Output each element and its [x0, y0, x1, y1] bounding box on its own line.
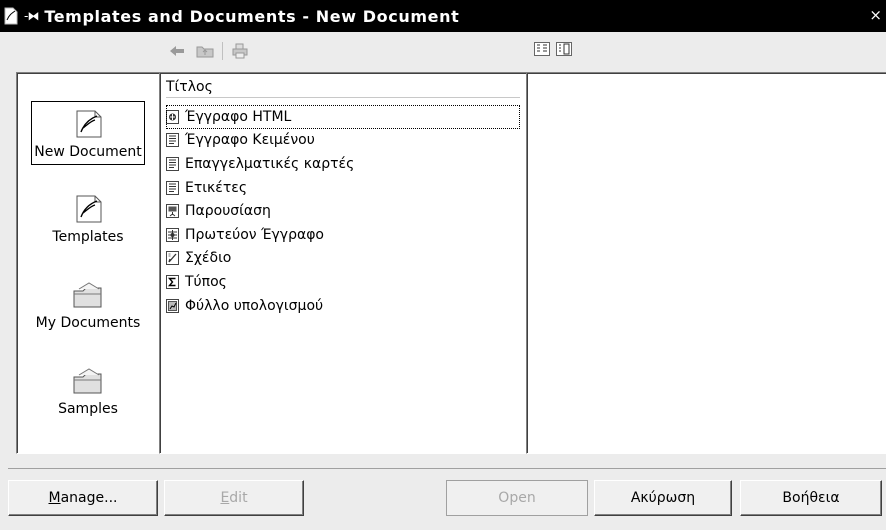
category-label: Templates	[52, 229, 124, 245]
list-item-label: Πρωτεύον Έγγραφο	[185, 226, 325, 243]
category-my-documents[interactable]: My Documents	[17, 281, 159, 331]
spreadsheet-icon	[166, 298, 179, 313]
template-list: Έγγραφο HTML Έγγραφο Κειμένου Επαγγελματ…	[166, 105, 520, 317]
view-toolbar	[533, 40, 573, 58]
list-item[interactable]: Τύπος	[166, 270, 520, 294]
list-item-label: Έγγραφο HTML	[185, 108, 292, 125]
list-item[interactable]: Παρουσίαση	[166, 199, 520, 223]
folder-up-icon[interactable]	[194, 41, 216, 61]
category-label: My Documents	[35, 315, 141, 331]
cancel-button[interactable]: Ακύρωση	[594, 480, 732, 516]
list-item[interactable]: Πρωτεύον Έγγραφο	[166, 223, 520, 247]
edit-label: dit	[229, 490, 248, 506]
master-document-icon	[166, 227, 179, 242]
manage-mnemonic: M	[48, 490, 61, 506]
folder-icon	[73, 368, 102, 394]
category-label: Samples	[58, 401, 118, 417]
text-document-icon	[166, 156, 179, 171]
text-document-icon	[166, 133, 179, 148]
print-icon[interactable]	[229, 41, 251, 61]
edit-mnemonic: E	[220, 490, 230, 506]
cancel-label: Ακύρωση	[630, 490, 696, 506]
list-item[interactable]: Έγγραφο HTML	[166, 105, 520, 129]
manage-button[interactable]: Manage...	[8, 480, 158, 516]
manage-label: anage...	[60, 490, 118, 506]
help-label: Βοήθεια	[782, 490, 840, 506]
list-item[interactable]: Επαγγελματικές καρτές	[166, 152, 520, 176]
category-label: New Document	[34, 144, 142, 160]
list-item-label: Σχέδιο	[185, 250, 232, 267]
templates-icon	[76, 195, 102, 223]
category-pane: New Document Templates My Documents Samp…	[16, 72, 160, 454]
divider	[8, 468, 886, 469]
text-document-icon	[166, 180, 179, 195]
list-item[interactable]: Ετικέτες	[166, 176, 520, 200]
open-label: Open	[498, 490, 536, 506]
presentation-icon	[166, 204, 179, 219]
list-item[interactable]: Σχέδιο	[166, 247, 520, 271]
edit-button[interactable]: Edit	[164, 480, 304, 516]
open-button[interactable]: Open	[446, 480, 588, 516]
navigation-toolbar	[166, 40, 251, 62]
pin-icon[interactable]: -⧓	[24, 9, 39, 23]
list-item-label: Ετικέτες	[185, 179, 248, 196]
close-icon[interactable]: ×	[869, 6, 882, 24]
column-header-title[interactable]: Τίτλος	[166, 79, 520, 98]
app-icon	[4, 7, 18, 25]
category-new-document[interactable]: New Document	[17, 101, 159, 165]
document-preview-icon[interactable]	[555, 40, 573, 58]
list-item-label: Παρουσίαση	[185, 203, 271, 220]
folder-icon	[73, 282, 102, 308]
document-properties-icon[interactable]	[533, 40, 551, 58]
list-item[interactable]: Έγγραφο Κειμένου	[166, 129, 520, 153]
help-button[interactable]: Βοήθεια	[740, 480, 882, 516]
selection-frame: New Document	[31, 101, 145, 165]
window-title: Templates and Documents - New Document	[44, 6, 460, 26]
list-item-label: Φύλλο υπολογισμού	[185, 297, 324, 314]
list-item-label: Επαγγελματικές καρτές	[185, 155, 355, 172]
html-document-icon	[166, 109, 179, 124]
preview-pane	[526, 72, 886, 454]
category-samples[interactable]: Samples	[17, 367, 159, 417]
list-item-label: Έγγραφο Κειμένου	[185, 132, 315, 149]
list-item-label: Τύπος	[185, 273, 227, 290]
new-document-icon	[76, 110, 102, 138]
formula-icon	[166, 274, 179, 289]
toolbar-separator	[222, 42, 223, 60]
category-templates[interactable]: Templates	[17, 193, 159, 245]
template-list-pane: Τίτλος Έγγραφο HTML Έγγραφο Κειμένου Επα…	[159, 72, 527, 454]
back-icon[interactable]	[166, 41, 188, 61]
list-item[interactable]: Φύλλο υπολογισμού	[166, 294, 520, 318]
title-bar: -⧓ Templates and Documents - New Documen…	[0, 0, 886, 32]
drawing-icon	[166, 251, 179, 266]
